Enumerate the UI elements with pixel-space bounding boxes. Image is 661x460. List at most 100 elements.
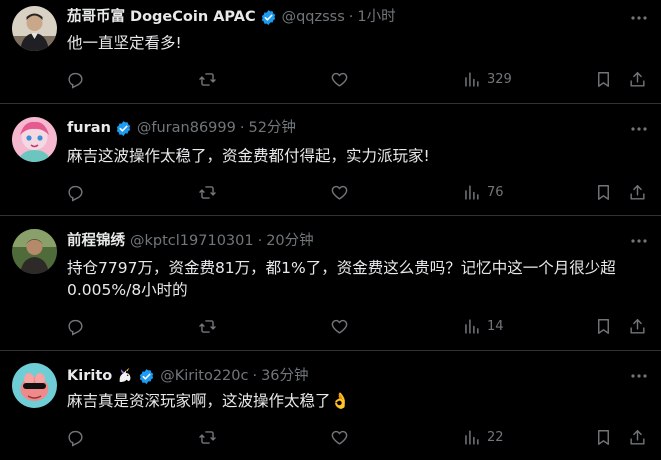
- views-button[interactable]: 22: [462, 422, 504, 452]
- reply-button[interactable]: [66, 422, 85, 452]
- avatar[interactable]: [12, 229, 57, 274]
- unicorn-icon: [116, 367, 134, 385]
- views-icon: [465, 71, 479, 87]
- reply-icon: [68, 185, 83, 202]
- timestamp[interactable]: 1小时: [357, 6, 395, 28]
- bookmark-button[interactable]: [594, 422, 613, 452]
- separator-dot: ·: [252, 368, 258, 384]
- more-options-icon[interactable]: [629, 366, 649, 386]
- more-options-icon[interactable]: [629, 231, 649, 251]
- timestamp[interactable]: 36分钟: [261, 365, 308, 387]
- tweet-text: 持仓7797万，资金费81万，都1%了，资金费这么贵吗？记忆中这一个月很少超0.…: [67, 259, 616, 299]
- retweet-button[interactable]: [198, 311, 217, 341]
- like-button[interactable]: [330, 311, 349, 341]
- bookmark-icon: [598, 71, 609, 87]
- retweet-icon: [199, 72, 216, 86]
- avatar[interactable]: [12, 117, 57, 162]
- tweet-actions: 22: [60, 422, 650, 452]
- more-options-icon[interactable]: [629, 8, 649, 28]
- user-handle[interactable]: @Kirito220c: [160, 365, 248, 387]
- retweet-button[interactable]: [198, 177, 217, 207]
- verified-badge-icon: [138, 368, 155, 385]
- tweet-header: furan @furan86999 · 52分钟: [67, 117, 296, 139]
- share-button[interactable]: [628, 177, 647, 207]
- bookmark-icon: [598, 429, 609, 445]
- reply-button[interactable]: [66, 64, 85, 94]
- separator-dot: ·: [239, 120, 245, 136]
- photo-avatar-icon: [12, 229, 57, 274]
- views-icon: [465, 318, 479, 334]
- heart-icon: [331, 185, 348, 200]
- tweet-text: 他一直坚定看多!: [67, 34, 182, 52]
- retweet-button[interactable]: [198, 422, 217, 452]
- like-button[interactable]: [330, 64, 349, 94]
- timestamp[interactable]: 20分钟: [266, 230, 313, 252]
- like-button[interactable]: [330, 422, 349, 452]
- tweet-actions: 76: [60, 177, 650, 207]
- bookmark-button[interactable]: [594, 177, 613, 207]
- retweet-icon: [199, 319, 216, 333]
- display-name[interactable]: furan: [67, 117, 111, 139]
- view-count: 14: [487, 318, 504, 334]
- user-handle[interactable]: @kptcl19710301: [130, 230, 254, 252]
- bookmark-icon: [598, 318, 609, 334]
- views-button[interactable]: 76: [462, 177, 504, 207]
- reply-button[interactable]: [66, 311, 85, 341]
- tweet-actions: 329: [60, 64, 650, 94]
- view-count: 329: [487, 71, 512, 87]
- share-button[interactable]: [628, 64, 647, 94]
- share-button[interactable]: [628, 311, 647, 341]
- anime-avatar-icon: [12, 117, 57, 162]
- timeline-feed: 茄哥币富 DogeCoin APAC @qqzsss · 1小时 他一直坚定看多…: [0, 0, 661, 460]
- separator-dot: ·: [348, 9, 354, 25]
- tweet-header: Kirito @Kirito220c · 36分钟: [67, 365, 309, 387]
- tweet-header: 前程锦绣 @kptcl19710301 · 20分钟: [67, 230, 314, 252]
- tweet-header: 茄哥币富 DogeCoin APAC @qqzsss · 1小时: [67, 6, 396, 28]
- retweet-icon: [199, 430, 216, 444]
- like-button[interactable]: [330, 177, 349, 207]
- tweet-text: 麻吉真是资深玩家啊，这波操作太稳了👌: [67, 392, 350, 410]
- separator-dot: ·: [257, 233, 263, 249]
- views-icon: [465, 429, 479, 445]
- avatar[interactable]: [12, 363, 57, 408]
- tweet[interactable]: furan @furan86999 · 52分钟 麻吉这波操作太稳了，资金费都付…: [0, 105, 661, 216]
- avatar[interactable]: [12, 6, 57, 51]
- view-count: 22: [487, 429, 504, 445]
- share-icon: [630, 429, 645, 445]
- verified-badge-icon: [115, 120, 132, 137]
- display-name[interactable]: 茄哥币富 DogeCoin APAC: [67, 6, 256, 28]
- tweet[interactable]: 前程锦绣 @kptcl19710301 · 20分钟 持仓7797万，资金费81…: [0, 217, 661, 351]
- display-name[interactable]: Kirito: [67, 365, 112, 387]
- more-options-icon[interactable]: [629, 119, 649, 139]
- tweet-actions: 14: [60, 311, 650, 341]
- tweet[interactable]: Kirito @Kirito220c · 36分钟 麻吉真是资深玩家啊，这波操作…: [0, 352, 661, 460]
- share-button[interactable]: [628, 422, 647, 452]
- views-icon: [465, 184, 479, 200]
- bookmark-icon: [598, 184, 609, 200]
- timestamp[interactable]: 52分钟: [248, 117, 295, 139]
- view-count: 76: [487, 184, 504, 200]
- user-handle[interactable]: @furan86999: [137, 117, 236, 139]
- tweet[interactable]: 茄哥币富 DogeCoin APAC @qqzsss · 1小时 他一直坚定看多…: [0, 0, 661, 104]
- reply-icon: [68, 72, 83, 89]
- reply-icon: [68, 430, 83, 447]
- share-icon: [630, 71, 645, 87]
- reply-button[interactable]: [66, 177, 85, 207]
- tweet-text: 麻吉这波操作太稳了，资金费都付得起，实力派玩家!: [67, 147, 430, 165]
- heart-icon: [331, 430, 348, 445]
- bookmark-button[interactable]: [594, 311, 613, 341]
- share-icon: [630, 318, 645, 334]
- portrait-icon: [12, 6, 57, 51]
- display-name[interactable]: 前程锦绣: [67, 230, 125, 252]
- retweet-icon: [199, 185, 216, 199]
- user-handle[interactable]: @qqzsss: [282, 6, 345, 28]
- retweet-button[interactable]: [198, 64, 217, 94]
- bookmark-button[interactable]: [594, 64, 613, 94]
- share-icon: [630, 184, 645, 200]
- views-button[interactable]: 14: [462, 311, 504, 341]
- views-button[interactable]: 329: [462, 64, 512, 94]
- cartoon-avatar-icon: [12, 363, 57, 408]
- heart-icon: [331, 72, 348, 87]
- heart-icon: [331, 319, 348, 334]
- verified-badge-icon: [260, 9, 277, 26]
